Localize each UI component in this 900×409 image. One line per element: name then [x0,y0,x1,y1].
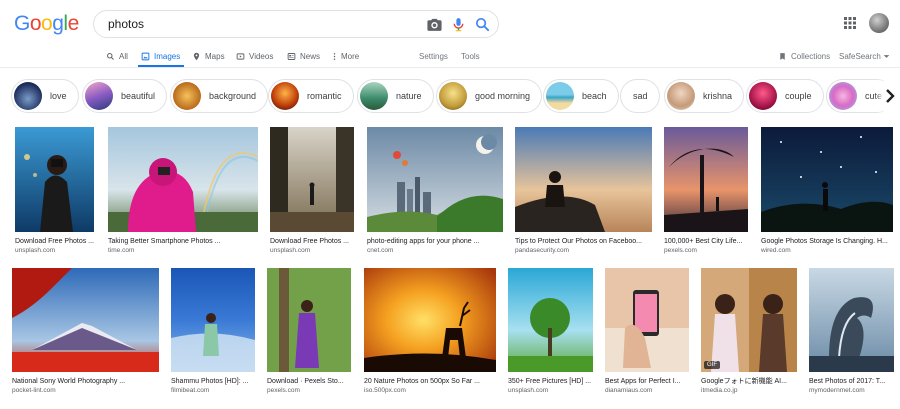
image-result[interactable]: GIF Googleフォトに新機能 AI... itmedia.co.jp [701,268,797,395]
tools-link[interactable]: Tools [461,52,480,61]
chip-thumbnail [749,82,777,110]
tab-videos[interactable]: Videos [236,50,273,62]
chip-thumbnail [85,82,113,110]
image-result[interactable]: Best Photos of 2017: T... mymodernmet.co… [809,268,894,395]
chip-krishna[interactable]: krishna [664,79,745,113]
chip-beautiful[interactable]: beautiful [82,79,168,113]
tab-maps[interactable]: Maps [192,50,225,62]
chip-sad[interactable]: sad [620,79,660,113]
chip-thumbnail [667,82,695,110]
tab-more[interactable]: More [332,50,359,62]
chip-thumbnail [439,82,467,110]
chips-next-button[interactable] [884,80,900,112]
result-thumbnail[interactable] [367,127,503,232]
image-icon [141,52,150,60]
news-icon [287,52,296,60]
chip-romantic[interactable]: romantic [268,79,354,113]
chip-love[interactable]: love [11,79,79,113]
map-pin-icon [193,52,200,60]
chip-thumbnail [546,82,574,110]
result-thumbnail[interactable]: GIF [701,268,797,372]
image-result[interactable]: Download Free Photos ... unsplash.com [15,127,94,255]
image-result[interactable]: Download Free Photos ... unsplash.com [270,127,354,255]
video-icon [236,52,245,60]
result-thumbnail[interactable] [515,127,652,232]
chip-background[interactable]: background [170,79,269,113]
camera-icon[interactable] [426,16,443,33]
image-result[interactable]: 100,000+ Best City Life... pexels.com [664,127,748,255]
result-thumbnail[interactable] [364,268,496,372]
result-thumbnail[interactable] [664,127,748,232]
image-result[interactable]: 350+ Free Pictures [HD] ... unsplash.com [508,268,593,395]
search-small-icon [107,52,114,60]
bookmark-icon [780,53,785,60]
chip-thumbnail [829,82,857,110]
search-icon[interactable] [474,16,491,33]
chip-thumbnail [271,82,299,110]
search-input[interactable] [108,15,408,33]
chip-thumbnail [173,82,201,110]
microphone-icon[interactable] [450,16,467,33]
chip-thumbnail [360,82,388,110]
result-thumbnail[interactable] [267,268,351,372]
image-result[interactable]: Tips to Protect Our Photos on Faceboo...… [515,127,652,255]
tab-images[interactable]: Images [141,50,180,62]
result-thumbnail[interactable] [270,127,354,232]
apps-grid-icon[interactable] [843,16,857,30]
search-tabs: All Images Maps Videos News More Setting… [0,46,900,68]
result-thumbnail[interactable] [15,127,94,232]
image-result[interactable]: Shammu Photos [HD]: ... filmibeat.com [171,268,255,395]
result-thumbnail[interactable] [171,268,255,372]
image-result[interactable]: Taking Better Smartphone Photos ... time… [108,127,258,255]
chip-nature[interactable]: nature [357,79,434,113]
tab-all[interactable]: All [106,50,128,62]
header: Google [0,0,900,46]
chip-good-morning[interactable]: good morning [436,79,543,113]
search-box [93,10,499,38]
result-thumbnail[interactable] [108,127,258,232]
image-result[interactable]: Best Apps for Perfect I... dianamiaus.co… [605,268,689,395]
result-thumbnail[interactable] [12,268,159,372]
active-tab-indicator [138,65,184,67]
dropdown-arrow-icon [883,55,890,58]
more-vertical-icon [333,52,336,60]
collections-link[interactable]: Collections [778,52,830,61]
chip-beach[interactable]: beach [543,79,619,113]
image-result[interactable]: National Sony World Photography ... pock… [12,268,159,395]
safesearch-toggle[interactable]: SafeSearch [839,52,890,61]
image-result[interactable]: 20 Nature Photos on 500px So Far ... iso… [364,268,496,395]
image-result[interactable]: photo-editing apps for your phone ... cn… [367,127,503,255]
image-result[interactable]: Google Photos Storage Is Changing. H... … [761,127,893,255]
result-thumbnail[interactable] [809,268,894,372]
gif-badge: GIF [704,361,720,369]
tab-news[interactable]: News [287,50,320,62]
chip-couple[interactable]: couple [746,79,824,113]
account-avatar[interactable] [869,13,889,33]
result-thumbnail[interactable] [508,268,593,372]
google-logo[interactable]: Google [14,12,79,36]
chevron-right-icon [886,89,895,103]
settings-link[interactable]: Settings [419,52,448,61]
result-thumbnail[interactable] [761,127,893,232]
related-searches-chips: love beautiful background romantic natur… [0,79,900,113]
image-result[interactable]: Download · Pexels Sto... pexels.com [267,268,351,395]
chip-thumbnail [14,82,42,110]
result-thumbnail[interactable] [605,268,689,372]
